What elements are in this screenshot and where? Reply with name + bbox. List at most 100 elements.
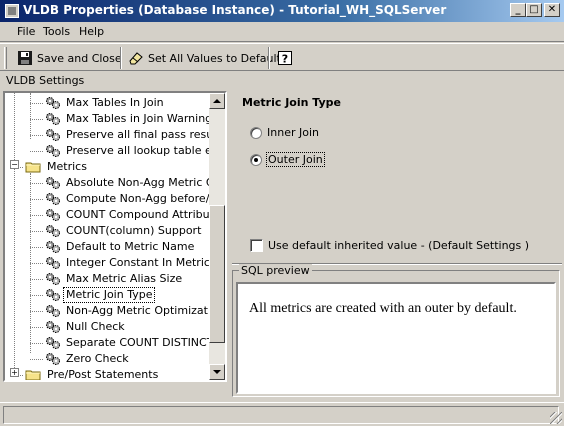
tree-item-label: Max Tables In Join (66, 96, 164, 109)
outer-join-option[interactable]: Outer Join (250, 152, 325, 167)
tree-item[interactable]: Integer Constant In Metric (45, 255, 212, 271)
tree-item[interactable]: Absolute Non-Agg Metric Quer (45, 175, 227, 191)
tree-item[interactable]: Default to Metric Name (45, 239, 196, 255)
tree-line (30, 103, 43, 104)
property-gear-icon (45, 272, 61, 286)
save-and-close-button[interactable]: Save and Close (14, 47, 125, 69)
tree-item[interactable]: Separate COUNT DISTINCT (45, 335, 215, 351)
help-button[interactable]: ? (274, 47, 296, 69)
sql-preview-legend: SQL preview (239, 264, 312, 277)
scroll-down-button[interactable] (209, 364, 225, 380)
collapse-metrics-toggle[interactable]: − (10, 160, 19, 169)
tree-item-label: Preserve all lookup table eleme (66, 144, 227, 157)
tree-item[interactable]: Metric Join Type (45, 287, 156, 303)
toolbar-separator (268, 47, 270, 69)
status-panel (3, 406, 559, 424)
tree-vertical-scrollbar[interactable] (209, 93, 225, 380)
set-defaults-label: Set All Values to Default (148, 51, 281, 65)
menu-help[interactable]: Help (79, 25, 104, 38)
scroll-up-button[interactable] (209, 93, 225, 109)
tree-item-label: Pre/Post Statements (47, 368, 159, 381)
menu-bar: File Tools Help (0, 22, 564, 42)
down-arrow-icon (213, 370, 221, 374)
use-default-option[interactable]: Use default inherited value - (Default S… (250, 239, 529, 252)
sql-preview-group: SQL preview All metrics are created with… (232, 264, 560, 397)
property-gear-icon (45, 256, 61, 270)
tree-item-label: Default to Metric Name (66, 240, 195, 253)
property-gear-icon (45, 320, 61, 334)
property-gear-icon (45, 240, 61, 254)
eraser-icon (129, 52, 143, 65)
app-icon[interactable] (5, 4, 19, 18)
inner-join-radio[interactable] (250, 126, 262, 139)
tree-item[interactable]: Max Metric Alias Size (45, 271, 184, 287)
svg-text:?: ? (282, 53, 288, 66)
tree-item[interactable]: Zero Check (45, 351, 131, 367)
tree-item[interactable]: Max Tables In Join (45, 95, 166, 111)
toolbar-separator (120, 47, 122, 69)
toolbar-grip[interactable] (4, 47, 7, 69)
inner-join-option[interactable]: Inner Join (250, 126, 319, 139)
help-question-icon: ? (278, 51, 292, 66)
tree-item[interactable]: COUNT Compound Attribute (45, 207, 223, 223)
vldb-settings-label: VLDB Settings (6, 74, 85, 87)
tree-item-label: Metrics (47, 160, 87, 173)
folder-icon (25, 161, 41, 173)
tree-item-label: COUNT(column) Support (66, 224, 202, 237)
tree-item[interactable]: Preserve all lookup table eleme (45, 143, 227, 159)
tree-item[interactable]: Max Tables in Join Warning (45, 111, 214, 127)
scroll-thumb[interactable] (209, 205, 225, 343)
maximize-button[interactable]: □ (526, 3, 542, 17)
property-title: Metric Join Type (242, 96, 341, 109)
tree-item-label: COUNT Compound Attribute (66, 208, 221, 221)
tree-item[interactable]: Null Check (45, 319, 127, 335)
property-gear-icon (45, 96, 61, 110)
folder-icon (25, 369, 41, 380)
tree-item[interactable]: Preserve all final pass result el (45, 127, 225, 143)
inner-join-label: Inner Join (267, 126, 319, 139)
set-defaults-button[interactable]: Set All Values to Default (125, 47, 284, 69)
tree-line (30, 215, 43, 216)
tree-line (30, 199, 43, 200)
property-gear-icon (45, 288, 61, 302)
status-bar (0, 402, 564, 426)
tree-line (30, 119, 43, 120)
window-title: VLDB Properties (Database Instance) - Tu… (23, 3, 447, 17)
tree-item[interactable]: Compute Non-Agg before/afte (45, 191, 227, 207)
toolbar: Save and Close Set All Values to Default… (0, 43, 564, 71)
tree-line (30, 295, 43, 296)
tree-folder-metrics[interactable]: Metrics (25, 159, 89, 175)
tree-item-label: Absolute Non-Agg Metric Quer (66, 176, 227, 189)
menu-tools[interactable]: Tools (43, 25, 70, 38)
expand-prepost-toggle[interactable]: + (10, 368, 19, 377)
outer-join-radio[interactable] (250, 153, 262, 166)
minimize-button[interactable]: _ (510, 3, 526, 17)
property-panel: Metric Join Type Inner Join Outer Join U… (232, 89, 562, 263)
tree-folder-prepost[interactable]: Pre/Post Statements (25, 367, 160, 381)
tree-line (30, 151, 43, 152)
outer-join-label: Outer Join (266, 152, 325, 167)
tree-item-label: Zero Check (66, 352, 129, 365)
tree-line (30, 263, 43, 264)
tree-item[interactable]: Non-Agg Metric Optimization (45, 303, 225, 319)
tree-line (30, 311, 43, 312)
property-gear-icon (45, 352, 61, 366)
property-gear-icon (45, 336, 61, 350)
title-bar: VLDB Properties (Database Instance) - Tu… (0, 0, 564, 22)
menu-file[interactable]: File (17, 25, 35, 38)
close-button[interactable]: ✕ (544, 3, 560, 17)
property-gear-icon (45, 144, 61, 158)
use-default-label: Use default inherited value - (Default S… (268, 239, 530, 252)
save-and-close-label: Save and Close (37, 51, 122, 65)
settings-tree[interactable]: Max Tables In Join Max Tables in Join War… (3, 91, 227, 382)
use-default-checkbox[interactable] (250, 239, 263, 252)
tree-line (30, 359, 43, 360)
tree-line (30, 327, 43, 328)
tree-item[interactable]: COUNT(column) Support (45, 223, 203, 239)
resize-grip[interactable] (550, 412, 562, 424)
tree-item-label: Separate COUNT DISTINCT (66, 336, 214, 349)
tree-item-label: Max Metric Alias Size (66, 272, 183, 285)
sql-preview-box[interactable]: All metrics are created with an outer by… (236, 282, 556, 394)
tree-line (30, 231, 43, 232)
tree-item-label: Compute Non-Agg before/afte (66, 192, 227, 205)
